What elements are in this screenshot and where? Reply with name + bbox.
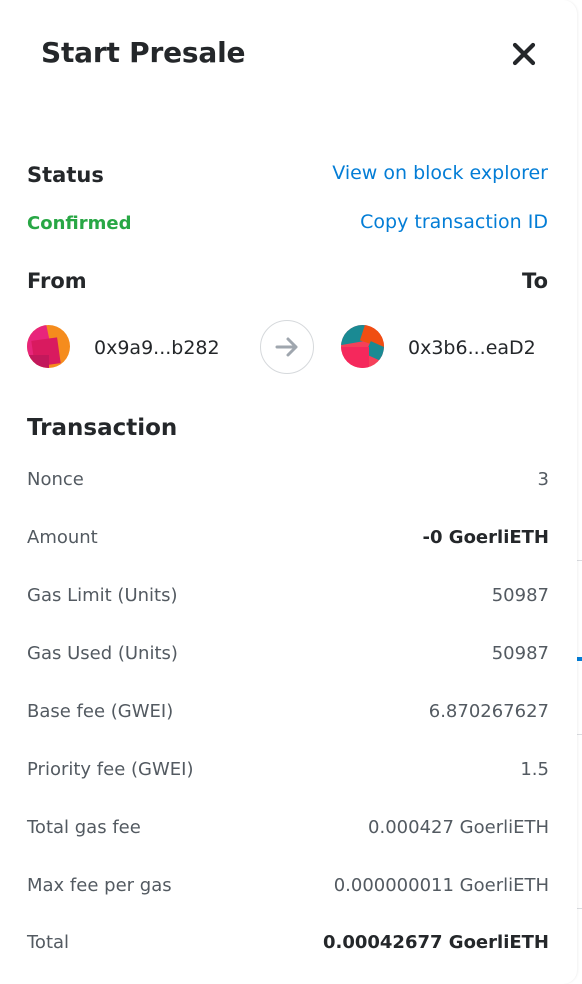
to-label: To bbox=[522, 269, 548, 293]
to-address[interactable]: 0x3b6...eaD2 bbox=[408, 337, 536, 359]
detail-value: 50987 bbox=[491, 585, 549, 606]
background-divider bbox=[577, 908, 582, 909]
detail-value: 6.870267627 bbox=[428, 701, 549, 722]
detail-row-base-fee: Base fee (GWEI) 6.870267627 bbox=[27, 697, 549, 727]
transaction-details-modal: Start Presale Status View on block explo… bbox=[0, 0, 577, 984]
from-label: From bbox=[27, 269, 87, 293]
detail-value: 3 bbox=[537, 469, 549, 490]
detail-value: 0.000427 GoerliETH bbox=[368, 817, 549, 838]
detail-label: Nonce bbox=[27, 469, 84, 490]
view-on-block-explorer-link[interactable]: View on block explorer bbox=[332, 162, 548, 184]
transaction-section-title: Transaction bbox=[27, 415, 178, 441]
detail-row-total: Total 0.00042677 GoerliETH bbox=[27, 928, 549, 958]
detail-label: Max fee per gas bbox=[27, 875, 172, 896]
from-avatar bbox=[27, 325, 70, 368]
to-avatar bbox=[341, 325, 384, 368]
detail-row-gas-used: Gas Used (Units) 50987 bbox=[27, 639, 549, 669]
status-label: Status bbox=[27, 163, 104, 187]
page: Start Presale Status View on block explo… bbox=[0, 0, 582, 984]
close-button[interactable] bbox=[506, 36, 542, 72]
detail-label: Priority fee (GWEI) bbox=[27, 759, 194, 780]
detail-row-priority-fee: Priority fee (GWEI) 1.5 bbox=[27, 755, 549, 785]
status-badge: Confirmed bbox=[27, 213, 132, 234]
detail-label: Gas Limit (Units) bbox=[27, 585, 178, 606]
detail-value: -0 GoerliETH bbox=[422, 527, 549, 548]
modal-title: Start Presale bbox=[41, 36, 246, 69]
jazzicon-avatar bbox=[27, 325, 70, 368]
close-icon bbox=[512, 42, 536, 66]
detail-row-nonce: Nonce 3 bbox=[27, 465, 549, 495]
detail-label: Total bbox=[27, 932, 70, 953]
detail-row-total-gas-fee: Total gas fee 0.000427 GoerliETH bbox=[27, 813, 549, 843]
background-divider bbox=[577, 560, 582, 561]
detail-label: Gas Used (Units) bbox=[27, 643, 178, 664]
detail-row-gas-limit: Gas Limit (Units) 50987 bbox=[27, 581, 549, 611]
jazzicon-avatar bbox=[341, 325, 384, 368]
detail-value: 1.5 bbox=[520, 759, 549, 780]
direction-arrow bbox=[260, 320, 314, 374]
copy-transaction-id-link[interactable]: Copy transaction ID bbox=[360, 211, 548, 233]
detail-value: 0.00042677 GoerliETH bbox=[322, 932, 549, 953]
detail-label: Total gas fee bbox=[27, 817, 141, 838]
arrow-right-icon bbox=[275, 337, 298, 357]
from-address[interactable]: 0x9a9...b282 bbox=[94, 337, 220, 359]
detail-label: Base fee (GWEI) bbox=[27, 701, 174, 722]
detail-row-max-fee-per-gas: Max fee per gas 0.000000011 GoerliETH bbox=[27, 871, 549, 901]
background-divider bbox=[577, 734, 582, 735]
detail-value: 50987 bbox=[491, 643, 549, 664]
detail-label: Amount bbox=[27, 527, 98, 548]
detail-row-amount: Amount -0 GoerliETH bbox=[27, 523, 549, 553]
detail-value: 0.000000011 GoerliETH bbox=[333, 875, 549, 896]
background-accent bbox=[577, 657, 582, 661]
